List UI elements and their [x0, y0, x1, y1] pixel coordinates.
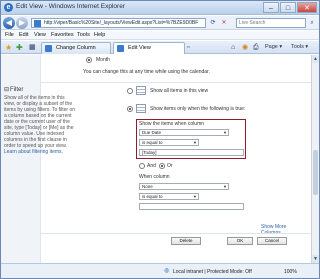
scroll-up-icon[interactable]: ▲	[312, 55, 319, 63]
back-button[interactable]: ◀	[3, 17, 15, 29]
ok-button[interactable]: OK	[227, 237, 253, 245]
menu-bar: File Edit View Favorites Tools Help	[1, 31, 319, 40]
and-label: And	[147, 163, 156, 169]
chevron-down-icon: ▼	[223, 130, 227, 135]
column2-select[interactable]: None ▼	[139, 183, 229, 190]
scroll-thumb[interactable]	[313, 150, 318, 195]
column1-select[interactable]: Due Date ▼	[139, 129, 229, 136]
tab-list-icon[interactable]: ▦	[29, 43, 36, 52]
page-menu[interactable]: Page ▾	[265, 43, 282, 52]
address-bar-row: ◀ ▶ http://viper/Basic%20Site/_layouts/V…	[1, 16, 319, 30]
list-filter-icon	[136, 104, 146, 113]
show-all-label: Show all items in this view	[150, 88, 209, 94]
globe-icon: ◍	[164, 268, 170, 274]
or-label: Or	[167, 163, 173, 169]
window-title: Edit View - Windows Internet Explorer	[16, 3, 125, 10]
home-icon[interactable]: ⌂	[231, 43, 235, 52]
tab-edit-view[interactable]: Edit View	[113, 42, 185, 54]
menu-tools[interactable]: Tools	[77, 31, 90, 40]
title-bar: e Edit View - Windows Internet Explorer …	[1, 1, 319, 15]
filter-description: Show all of the items in this view, or d…	[4, 95, 76, 155]
operator2-select[interactable]: is equal to ▼	[139, 193, 199, 200]
page-icon	[34, 20, 41, 27]
zoom-level[interactable]: 100%	[284, 269, 297, 275]
page-content: Month You can change this at any time wh…	[1, 55, 311, 263]
chevron-down-icon: ▼	[193, 194, 197, 199]
show-only-radio[interactable]	[127, 106, 133, 112]
refresh-icon[interactable]: ⟳	[209, 19, 217, 27]
section-divider	[41, 82, 311, 83]
url-input[interactable]: http://viper/Basic%20Site/_layouts/ViewE…	[31, 18, 206, 28]
browser-window: e Edit View - Windows Internet Explorer …	[0, 0, 320, 279]
main-pane: Month You can change this at any time wh…	[4, 55, 311, 263]
or-radio[interactable]	[159, 163, 165, 169]
show-when-label: Show the items when column	[139, 121, 205, 127]
add-favorite-icon[interactable]: ✚	[16, 43, 23, 52]
month-radio[interactable]	[86, 57, 92, 63]
print-icon[interactable]: ⎙	[253, 43, 259, 52]
ie-logo-icon: e	[4, 3, 13, 12]
menu-favorites[interactable]: Favorites	[51, 31, 74, 40]
tab-change-column[interactable]: Change Column	[41, 42, 111, 54]
show-all-radio[interactable]	[127, 88, 133, 94]
chevron-down-icon: ▼	[223, 184, 227, 189]
cancel-button[interactable]: Cancel	[257, 237, 287, 245]
zone-status: Local intranet | Protected Mode: Off	[173, 269, 252, 275]
favorites-star-icon[interactable]: ★	[5, 43, 12, 52]
menu-help[interactable]: Help	[94, 31, 105, 40]
value1-input[interactable]: [Today]	[139, 149, 244, 156]
status-bar: ◍ Local intranet | Protected Mode: Off 1…	[1, 263, 319, 278]
show-more-columns-link[interactable]: Show More Columns...	[261, 224, 311, 236]
tab-page-icon	[45, 45, 52, 52]
menu-view[interactable]: View	[34, 31, 46, 40]
search-input[interactable]: Live Search	[236, 18, 306, 28]
url-text: http://viper/Basic%20Site/_layouts/ViewE…	[44, 20, 199, 26]
tools-menu[interactable]: Tools ▾	[291, 43, 308, 52]
tab-bar: ★ ✚ ▦ Change Column Edit View ▫ ⌂ ◉ ⎙ Pa…	[1, 41, 319, 54]
new-tab-icon[interactable]: ▫	[187, 43, 189, 52]
forward-button[interactable]: ▶	[16, 17, 28, 29]
filter-heading: Filter	[10, 87, 24, 93]
section-divider	[41, 233, 311, 234]
minimize-button[interactable]: –	[263, 2, 279, 13]
chevron-down-icon: ▼	[193, 140, 197, 145]
month-label: Month	[96, 57, 110, 63]
search-icon[interactable]: ⌕	[308, 19, 316, 27]
maximize-button[interactable]: □	[280, 2, 296, 13]
tab-page-icon	[117, 45, 124, 52]
delete-button[interactable]: Delete	[171, 237, 201, 245]
menu-file[interactable]: File	[5, 31, 14, 40]
when-column-label: When column	[139, 174, 170, 180]
stop-icon[interactable]: ✕	[220, 19, 228, 27]
and-radio[interactable]	[139, 163, 145, 169]
filter-arrow-icon[interactable]: ⊟	[4, 87, 9, 93]
scroll-down-icon[interactable]: ▼	[312, 255, 319, 263]
value2-input[interactable]	[139, 203, 244, 210]
operator1-select[interactable]: is equal to ▼	[139, 139, 199, 146]
month-description: You can change this at any time while us…	[83, 69, 210, 75]
list-all-icon	[136, 86, 146, 95]
show-only-label: Show items only when the following is tr…	[150, 106, 246, 112]
menu-edit[interactable]: Edit	[19, 31, 28, 40]
filter-learn-link[interactable]: Learn about filtering items.	[4, 149, 63, 155]
feeds-icon[interactable]: ◉	[242, 43, 248, 52]
close-button[interactable]: ✕	[297, 2, 317, 13]
vertical-scrollbar[interactable]: ▲ ▼	[311, 55, 319, 263]
